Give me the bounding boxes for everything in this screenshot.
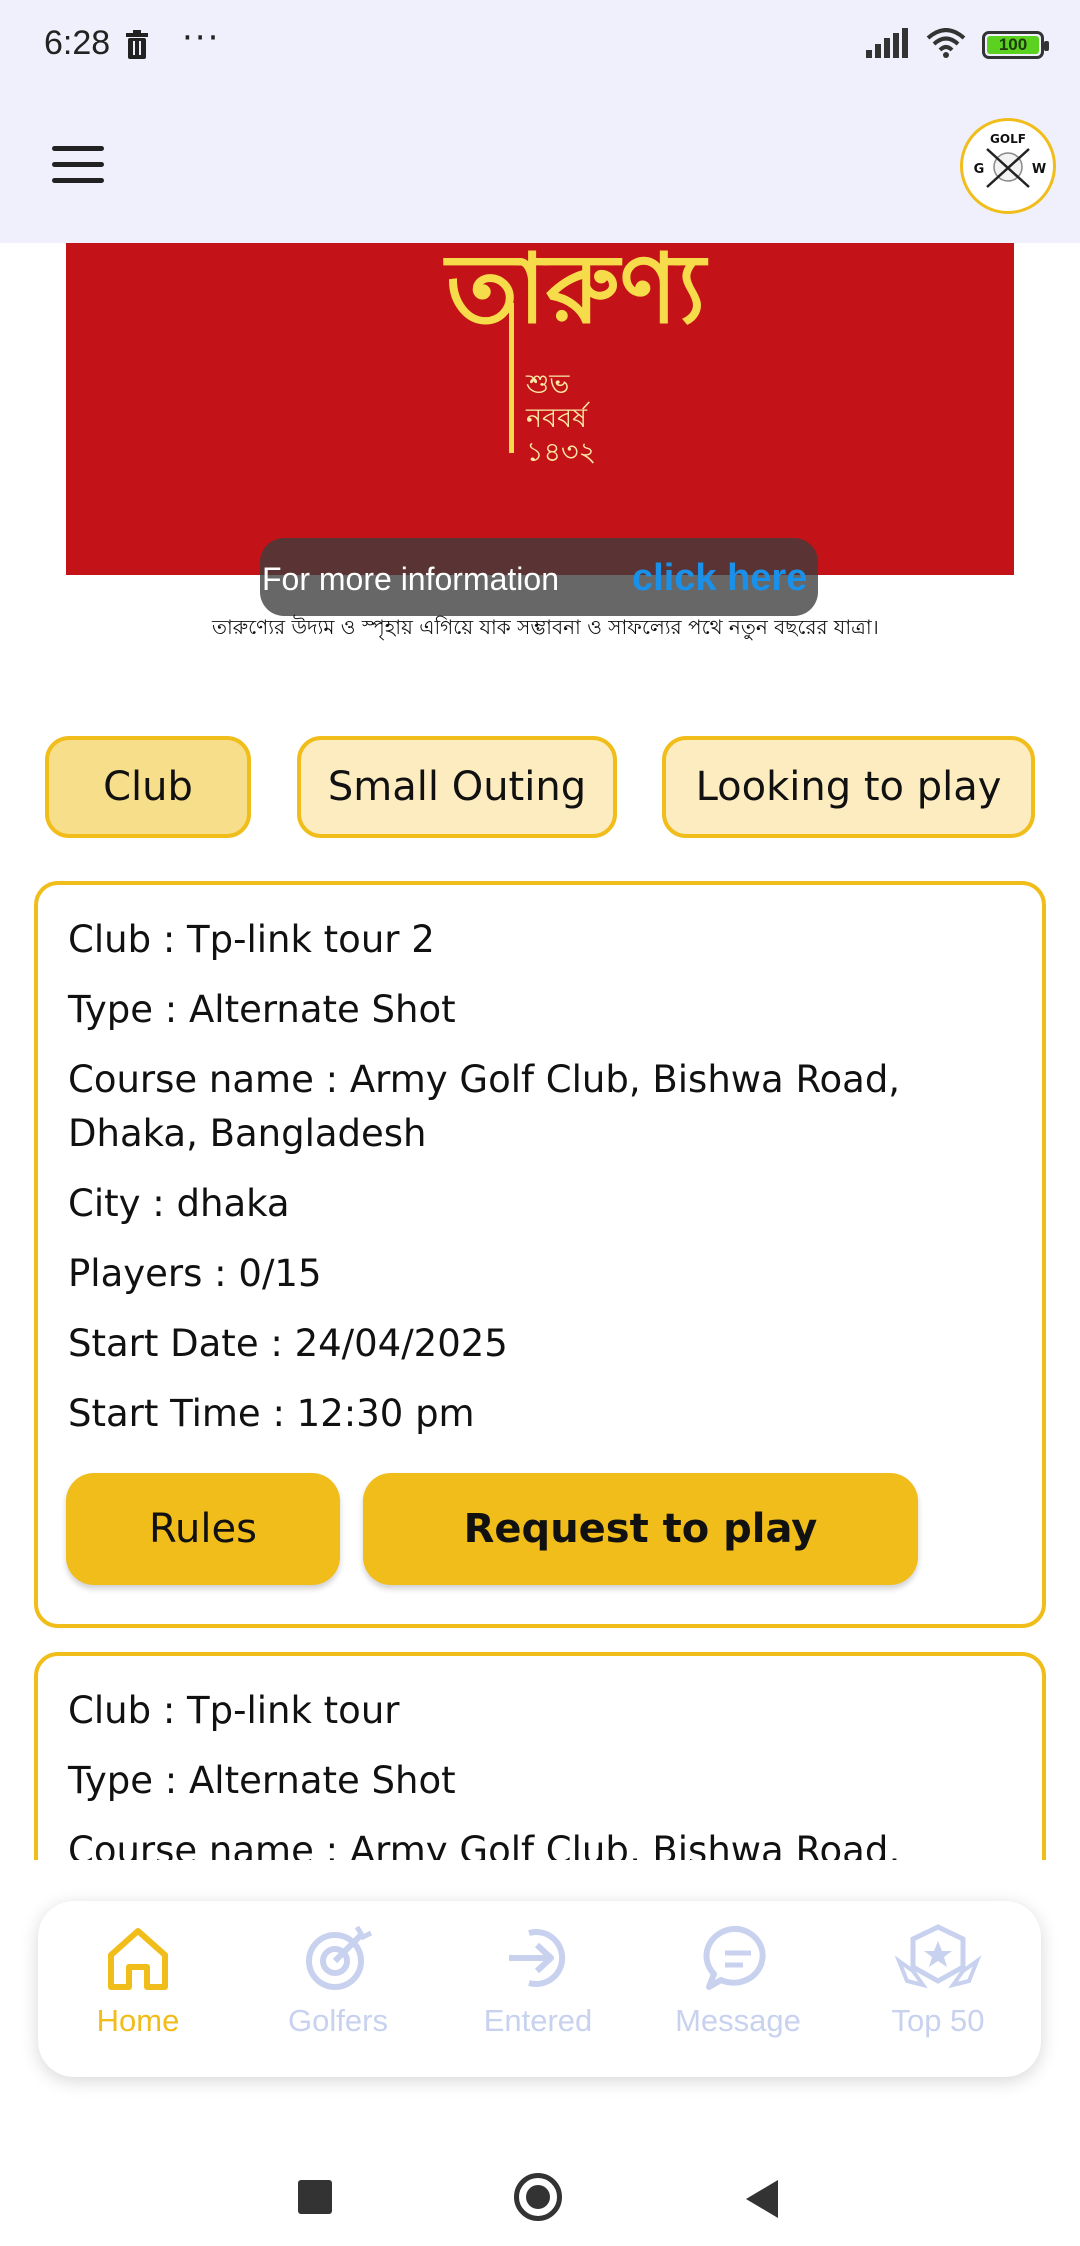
- request-to-play-button[interactable]: Request to play: [363, 1473, 918, 1585]
- nav-golfers-label: Golfers: [288, 2003, 388, 2038]
- menu-icon[interactable]: [52, 146, 104, 184]
- trash-icon: [124, 30, 150, 64]
- signal-icon: [866, 28, 910, 62]
- card-city: City : dhaka: [68, 1182, 290, 1225]
- nav-golfers[interactable]: Golfers: [243, 1921, 433, 2039]
- nav-top50-label: Top 50: [891, 2003, 985, 2038]
- nav-home-label: Home: [96, 2003, 180, 2038]
- status-bar: 6:28 ··· 100: [0, 0, 1080, 96]
- home-button[interactable]: [514, 2173, 562, 2221]
- nav-message-label: Message: [675, 2003, 801, 2038]
- battery-icon: 100: [982, 31, 1049, 59]
- wifi-icon: [926, 28, 966, 62]
- rules-button[interactable]: Rules: [66, 1473, 340, 1585]
- filter-looking-to-play[interactable]: Looking to play: [662, 736, 1035, 838]
- more-notifications-icon: ···: [182, 18, 221, 58]
- battery-level: 100: [987, 35, 1039, 54]
- svg-text:W: W: [1032, 162, 1046, 177]
- entered-icon: [509, 1929, 566, 1987]
- banner-title: তারুণ্য: [446, 243, 706, 345]
- card-players: Players : 0/15: [68, 1252, 322, 1295]
- banner-subtitle: শুভ নববর্ষ ১৪৩২: [526, 369, 597, 468]
- card-course: Course name : Army Golf Club, Bishwa Roa…: [68, 1058, 901, 1101]
- nav-entered[interactable]: Entered: [443, 1921, 633, 2039]
- banner-caption: তারুণ্যের উদ্যম ও স্পৃহায় এগিয়ে যাক সম…: [212, 615, 879, 639]
- click-here-link[interactable]: click here: [632, 557, 807, 600]
- bottom-nav: Home Golfers Entered Message Top 50: [38, 1901, 1041, 2077]
- card-start-time: Start Time : 12:30 pm: [68, 1392, 475, 1435]
- nav-home[interactable]: Home: [43, 1921, 233, 2039]
- filter-club[interactable]: Club: [45, 736, 251, 838]
- card-club: Club : Tp-link tour 2: [68, 918, 435, 961]
- golf-logo[interactable]: GOLF G W: [960, 118, 1056, 214]
- promo-banner[interactable]: তারুণ্য শুভ নববর্ষ ১৪৩২: [66, 243, 1014, 575]
- nav-message[interactable]: Message: [643, 1921, 833, 2039]
- card-start-date: Start Date : 24/04/2025: [68, 1322, 508, 1365]
- system-nav-bar: [0, 2116, 1080, 2246]
- card-type: Type : Alternate Shot: [68, 1759, 456, 1802]
- svg-text:GOLF: GOLF: [990, 132, 1026, 146]
- nav-top50[interactable]: Top 50: [843, 1921, 1033, 2039]
- golfers-icon: [306, 1925, 373, 1990]
- main-content[interactable]: তারুণ্য শুভ নববর্ষ ১৪৩২ For more informa…: [0, 243, 1080, 1860]
- back-button[interactable]: [746, 2180, 778, 2218]
- card-club: Club : Tp-link tour: [68, 1689, 400, 1732]
- top50-icon: [894, 1924, 982, 1989]
- event-card: Club : Tp-link tour Type : Alternate Sho…: [34, 1652, 1046, 1860]
- status-time: 6:28: [44, 24, 111, 62]
- nav-entered-label: Entered: [483, 2003, 593, 2038]
- event-card: Club : Tp-link tour 2 Type : Alternate S…: [34, 881, 1046, 1628]
- recents-button[interactable]: [298, 2180, 332, 2214]
- svg-text:G: G: [974, 162, 985, 177]
- message-icon: [703, 1925, 766, 1990]
- info-text: For more information: [262, 561, 559, 597]
- home-icon: [108, 1928, 168, 1990]
- app-bar: GOLF G W: [0, 96, 1080, 243]
- filter-small-outing[interactable]: Small Outing: [297, 736, 617, 838]
- card-type: Type : Alternate Shot: [68, 988, 456, 1031]
- card-course-cont: Dhaka, Bangladesh: [68, 1112, 427, 1155]
- card-course: Course name : Army Golf Club, Bishwa Roa…: [68, 1829, 901, 1860]
- banner-divider: [509, 303, 514, 453]
